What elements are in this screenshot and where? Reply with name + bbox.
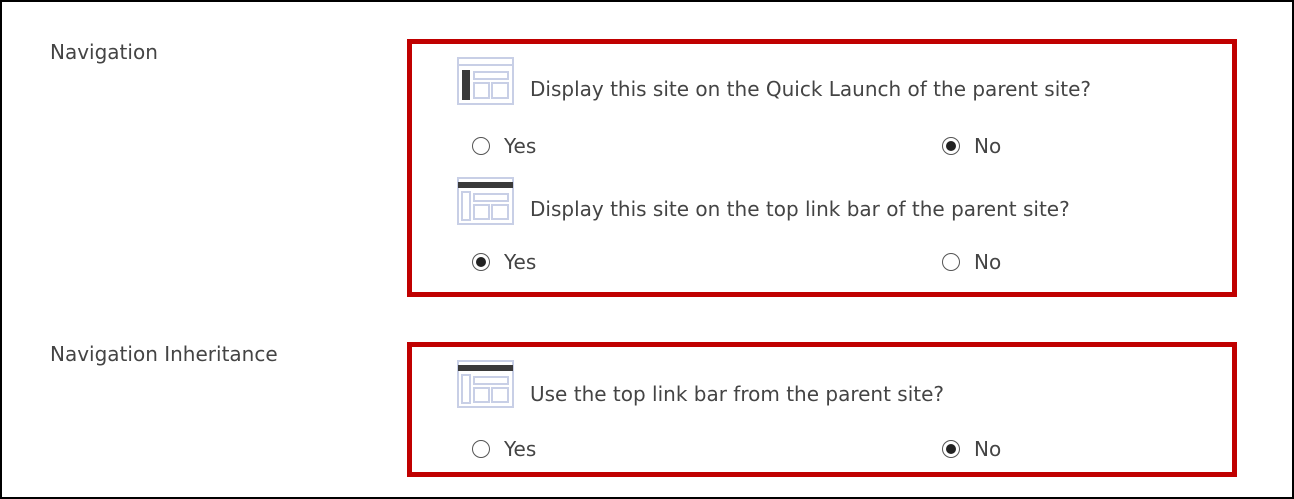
radio-button[interactable] — [472, 253, 490, 271]
inheritance-highlight-box: Use the top link bar from the parent sit… — [407, 342, 1237, 477]
use-parent-top-link-bar-question: Use the top link bar from the parent sit… — [530, 382, 945, 406]
radio-selected-dot — [946, 444, 956, 454]
radio-button[interactable] — [942, 137, 960, 155]
radio-button[interactable] — [942, 440, 960, 458]
top-link-bar-layout-icon — [457, 360, 514, 408]
use-parent-no-option[interactable]: No — [942, 437, 1001, 461]
settings-panel: Navigation Display this site on the Quic… — [0, 0, 1294, 499]
option-label: No — [974, 134, 1002, 158]
radio-button[interactable] — [942, 253, 960, 271]
navigation-inheritance-label: Navigation Inheritance — [50, 342, 278, 366]
navigation-highlight-box: Display this site on the Quick Launch of… — [407, 39, 1237, 297]
quick-launch-layout-icon — [457, 57, 514, 105]
radio-selected-dot — [476, 257, 486, 267]
use-parent-yes-option[interactable]: Yes — [472, 437, 536, 461]
quick-launch-no-option[interactable]: No — [942, 134, 1001, 158]
top-link-bar-yes-option[interactable]: Yes — [472, 250, 536, 274]
radio-selected-dot — [946, 141, 956, 151]
navigation-section-label: Navigation — [50, 40, 158, 64]
option-label: Yes — [504, 250, 537, 274]
top-link-bar-no-option[interactable]: No — [942, 250, 1001, 274]
option-label: No — [974, 437, 1002, 461]
top-link-bar-question: Display this site on the top link bar of… — [530, 197, 1070, 221]
radio-button[interactable] — [472, 137, 490, 155]
option-label: No — [974, 250, 1002, 274]
option-label: Yes — [504, 437, 537, 461]
quick-launch-question: Display this site on the Quick Launch of… — [530, 77, 1092, 101]
option-label: Yes — [504, 134, 537, 158]
quick-launch-yes-option[interactable]: Yes — [472, 134, 536, 158]
top-link-bar-layout-icon — [457, 177, 514, 225]
radio-button[interactable] — [472, 440, 490, 458]
